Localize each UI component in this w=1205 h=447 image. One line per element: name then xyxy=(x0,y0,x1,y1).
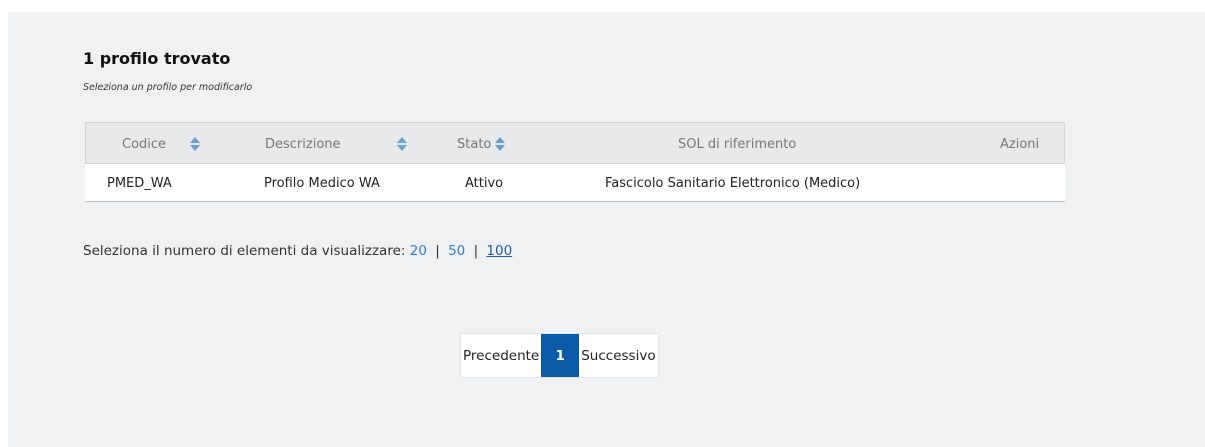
page-size-option-20[interactable]: 20 xyxy=(410,243,427,259)
column-label-codice: Codice xyxy=(122,136,167,152)
column-label-stato: Stato xyxy=(457,136,492,152)
table-header: Codice Descrizione Stato SOL di riferime… xyxy=(85,122,1065,164)
column-header-sol: SOL di riferimento xyxy=(678,123,796,165)
results-subtitle: Seleziona un profilo per modificarlo xyxy=(83,82,253,93)
column-header-stato[interactable]: Stato xyxy=(457,123,506,165)
results-panel xyxy=(8,12,1205,447)
page-size-option-50[interactable]: 50 xyxy=(448,243,465,259)
cell-sol: Fascicolo Sanitario Elettronico (Medico) xyxy=(605,175,861,191)
separator: | xyxy=(473,243,479,259)
page-size-label: Seleziona il numero di elementi da visua… xyxy=(83,243,406,259)
page-size-option-100[interactable]: 100 xyxy=(486,243,512,259)
cell-descrizione: Profilo Medico WA xyxy=(264,175,380,191)
next-page-button[interactable]: Successivo xyxy=(579,334,657,377)
current-page-button[interactable]: 1 xyxy=(541,334,580,377)
pagination: Precedente 1 Successivo xyxy=(460,333,659,378)
cell-stato: Attivo xyxy=(465,175,504,191)
results-count-title: 1 profilo trovato xyxy=(83,49,231,68)
column-header-codice[interactable]: Codice xyxy=(122,123,201,165)
sort-icon[interactable] xyxy=(190,137,201,151)
separator: | xyxy=(435,243,440,259)
table-row[interactable]: PMED_WA Profilo Medico WA Attivo Fascico… xyxy=(85,164,1065,202)
page-size-selector: Seleziona il numero di elementi da visua… xyxy=(83,243,512,259)
previous-page-button[interactable]: Precedente xyxy=(461,334,541,377)
column-header-descrizione[interactable]: Descrizione xyxy=(265,123,407,165)
column-header-azioni: Azioni xyxy=(1000,123,1039,165)
cell-codice: PMED_WA xyxy=(107,175,172,191)
column-label-sol: SOL di riferimento xyxy=(678,136,797,152)
column-label-descrizione: Descrizione xyxy=(265,136,341,152)
sort-icon[interactable] xyxy=(495,137,506,151)
profiles-table: Codice Descrizione Stato SOL di riferime… xyxy=(85,122,1065,202)
column-label-azioni: Azioni xyxy=(1000,136,1040,152)
sort-icon[interactable] xyxy=(396,137,407,151)
